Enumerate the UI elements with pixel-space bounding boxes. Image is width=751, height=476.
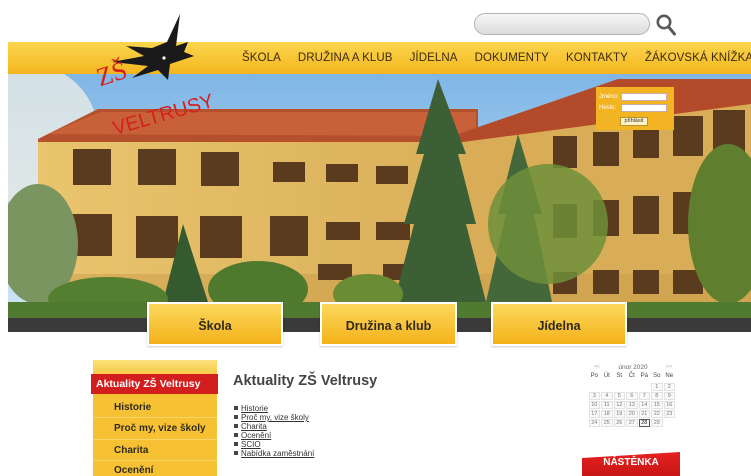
list-item: Ocenění bbox=[234, 431, 314, 440]
calendar-day[interactable]: 10 bbox=[588, 400, 600, 409]
calendar-day[interactable]: 6 bbox=[626, 391, 638, 400]
tab-skola[interactable]: Škola bbox=[147, 302, 283, 346]
calendar-next-button[interactable]: >> bbox=[666, 364, 672, 370]
calendar-day[interactable]: 12 bbox=[613, 400, 625, 409]
calendar-weekday: Po bbox=[590, 373, 598, 379]
calendar: << únor 2020 >> Po Út St Čt Pá So Ne 123456789… bbox=[588, 364, 678, 427]
username-label: Jméno: bbox=[599, 94, 619, 100]
calendar-day[interactable]: 27 bbox=[626, 418, 638, 427]
sidebar-heading[interactable]: Aktuality ZŠ Veltrusy bbox=[91, 374, 218, 394]
calendar-empty-cell bbox=[614, 383, 626, 391]
calendar-day[interactable]: 4 bbox=[601, 391, 613, 400]
calendar-day[interactable]: 2 bbox=[663, 382, 675, 391]
sidebar-divider bbox=[93, 460, 217, 461]
link-vize[interactable]: Proč my, vize školy bbox=[241, 413, 309, 422]
calendar-day[interactable]: 11 bbox=[601, 400, 613, 409]
calendar-day[interactable]: 13 bbox=[626, 400, 638, 409]
calendar-day[interactable]: 7 bbox=[638, 391, 650, 400]
login-button[interactable]: přihlásit bbox=[620, 117, 648, 126]
calendar-day[interactable]: 24 bbox=[588, 418, 600, 427]
calendar-day[interactable]: 23 bbox=[663, 409, 675, 418]
calendar-weekdays: Po Út St Čt Pá So Ne bbox=[588, 373, 678, 382]
calendar-grid: 1 2 3 4 5 6 7 8 9 10 11 12 13 14 15 16 17 18 19 20 21 22 23 24 2… bbox=[588, 382, 678, 427]
calendar-day[interactable]: 26 bbox=[613, 418, 625, 427]
sidebar-item-historie[interactable]: Historie bbox=[114, 402, 151, 413]
sidebar-item-oceneni[interactable]: Ocenění bbox=[114, 465, 153, 476]
link-zamestnani[interactable]: Nabídka zaměstnání bbox=[241, 449, 314, 458]
article-link-list: Historie Proč my, vize školy Charita Oce… bbox=[234, 404, 314, 458]
calendar-weekday: Pá bbox=[640, 373, 648, 379]
calendar-empty-cell bbox=[639, 383, 651, 391]
nav-item-druzina[interactable]: DRUŽINA A KLUB bbox=[298, 52, 393, 64]
login-box: Jméno: Heslo: přihlásit bbox=[596, 87, 674, 130]
password-field[interactable] bbox=[621, 104, 667, 112]
calendar-empty-cell bbox=[601, 383, 613, 391]
nav-item-dokumenty[interactable]: DOKUMENTY bbox=[475, 52, 549, 64]
calendar-day[interactable]: 25 bbox=[601, 418, 613, 427]
school-logo[interactable]: ZŠ VELTRUSY bbox=[92, 12, 216, 140]
calendar-day[interactable]: 20 bbox=[626, 409, 638, 418]
calendar-month-label: únor 2020 bbox=[618, 364, 648, 371]
calendar-prev-button[interactable]: << bbox=[594, 364, 600, 370]
calendar-empty-cell bbox=[626, 383, 638, 391]
calendar-day[interactable]: 9 bbox=[663, 391, 675, 400]
page-title: Aktuality ZŠ Veltrusy bbox=[233, 373, 378, 389]
calendar-day[interactable]: 15 bbox=[651, 400, 663, 409]
sidebar-item-charita[interactable]: Charita bbox=[114, 445, 148, 456]
calendar-empty-cell bbox=[664, 419, 676, 427]
sidebar-divider bbox=[93, 439, 217, 440]
search-input[interactable] bbox=[474, 13, 650, 35]
username-field[interactable] bbox=[621, 93, 667, 101]
list-item: Historie bbox=[234, 404, 314, 413]
calendar-weekday: Út bbox=[603, 373, 610, 379]
search-button[interactable] bbox=[655, 13, 677, 37]
nav-item-kontakty[interactable]: KONTAKTY bbox=[566, 52, 628, 64]
main-nav: ŠKOLA DRUŽINA A KLUB JÍDELNA DOKUMENTY K… bbox=[242, 42, 751, 74]
calendar-day[interactable]: 29 bbox=[651, 418, 663, 427]
link-scio[interactable]: SCIO bbox=[241, 440, 261, 449]
tab-druzina[interactable]: Družina a klub bbox=[320, 302, 457, 346]
sidebar-item-vize[interactable]: Proč my, vize školy bbox=[114, 423, 206, 434]
calendar-day[interactable]: 17 bbox=[588, 409, 600, 418]
calendar-weekday: Čt bbox=[628, 373, 635, 379]
calendar-day[interactable]: 22 bbox=[651, 409, 663, 418]
calendar-day[interactable]: 5 bbox=[613, 391, 625, 400]
calendar-day[interactable]: 28 bbox=[638, 418, 650, 427]
nav-item-skola[interactable]: ŠKOLA bbox=[242, 52, 281, 64]
calendar-day[interactable]: 8 bbox=[651, 391, 663, 400]
calendar-day[interactable]: 21 bbox=[638, 409, 650, 418]
calendar-day[interactable]: 3 bbox=[588, 391, 600, 400]
calendar-empty-cell bbox=[589, 383, 601, 391]
calendar-day[interactable]: 1 bbox=[651, 382, 663, 391]
password-label: Heslo: bbox=[599, 105, 617, 111]
tab-jidelna[interactable]: Jídelna bbox=[491, 302, 627, 346]
link-charita[interactable]: Charita bbox=[241, 422, 267, 431]
calendar-day[interactable]: 19 bbox=[613, 409, 625, 418]
list-item: Charita bbox=[234, 422, 314, 431]
list-item: Proč my, vize školy bbox=[234, 413, 314, 422]
link-oceneni[interactable]: Ocenění bbox=[241, 431, 271, 440]
list-item: Nabídka zaměstnání bbox=[234, 449, 314, 458]
calendar-day[interactable]: 16 bbox=[663, 400, 675, 409]
nav-item-zakovska[interactable]: ŽÁKOVSKÁ KNÍŽKA bbox=[645, 52, 751, 64]
calendar-day[interactable]: 18 bbox=[601, 409, 613, 418]
calendar-weekday: So bbox=[653, 373, 661, 379]
calendar-weekday: Ne bbox=[665, 373, 674, 379]
search-icon bbox=[656, 14, 676, 36]
calendar-header: << únor 2020 >> bbox=[588, 364, 678, 373]
nav-item-jidelna[interactable]: JÍDELNA bbox=[410, 52, 458, 64]
calendar-day[interactable]: 14 bbox=[638, 400, 650, 409]
logo-text-veltrusy: VELTRUSY bbox=[110, 90, 216, 136]
calendar-weekday: St bbox=[616, 373, 623, 379]
list-item: SCIO bbox=[234, 440, 314, 449]
sidebar-divider bbox=[93, 417, 217, 418]
page: ŠKOLA DRUŽINA A KLUB JÍDELNA DOKUMENTY K… bbox=[0, 0, 751, 476]
noticeboard-button[interactable]: NÁSTĚNKA bbox=[582, 452, 680, 476]
link-historie[interactable]: Historie bbox=[241, 404, 268, 413]
